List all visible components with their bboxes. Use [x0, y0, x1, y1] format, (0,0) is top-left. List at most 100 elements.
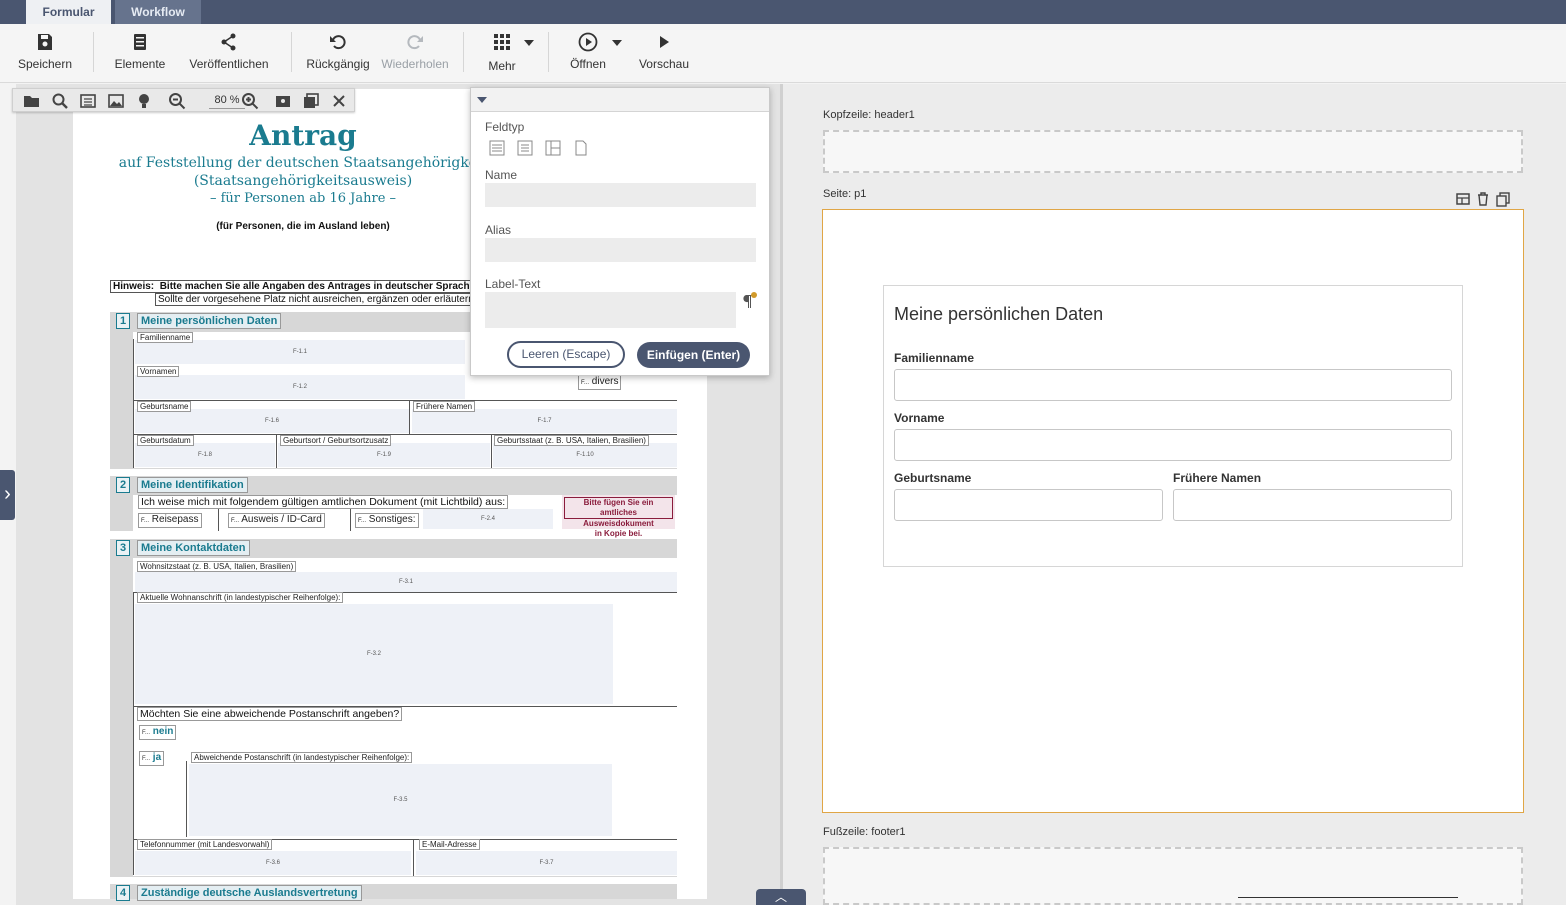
preview-button[interactable]: Vorschau — [636, 24, 692, 83]
familienname-input[interactable] — [894, 369, 1452, 401]
chevron-up-icon: ︿ — [774, 890, 787, 904]
field-label: Geburtsname — [137, 401, 192, 412]
checkbox[interactable]: F... — [141, 518, 149, 524]
pdf-field[interactable]: F-1.2 — [135, 375, 465, 399]
geburtsname-input[interactable] — [894, 489, 1163, 521]
copy-icon[interactable] — [302, 92, 320, 110]
checkbox-divers[interactable]: F... divers — [578, 375, 622, 390]
close-icon[interactable] — [330, 92, 348, 110]
scroll-up-button[interactable]: ︿ — [756, 889, 806, 905]
lightbulb-icon[interactable] — [135, 92, 153, 110]
layout-field-icon[interactable] — [545, 140, 561, 156]
zoom-in-icon[interactable] — [241, 92, 259, 110]
pdf-field[interactable]: F-2.4 — [423, 509, 553, 529]
checkbox-sonstiges[interactable]: F... Sonstiges: — [355, 513, 419, 528]
redo-label: Wiederholen — [381, 57, 449, 71]
pdf-toolbar: 80 % — [12, 88, 355, 112]
postal-question: Möchten Sie eine abweichende Postanschri… — [137, 707, 403, 721]
pdf-field[interactable]: F-1.10 — [493, 443, 677, 467]
header-zone[interactable] — [823, 130, 1523, 173]
id-note-line: in Kopie bei. — [594, 529, 643, 538]
save-button[interactable]: Speichern — [14, 24, 76, 83]
zoom-out-icon[interactable] — [168, 92, 186, 110]
checkbox[interactable]: F... — [142, 756, 150, 762]
publish-button[interactable]: Veröffentlichen — [184, 24, 274, 83]
chevron-down-icon[interactable] — [477, 97, 487, 104]
insert-button[interactable]: Einfügen (Enter) — [637, 342, 750, 368]
list-field-icon[interactable] — [517, 140, 533, 156]
clear-button[interactable]: Leeren (Escape) — [507, 341, 625, 368]
pdf-field[interactable]: F-1.6 — [135, 409, 409, 433]
pdf-field[interactable]: F-3.7 — [416, 851, 677, 875]
paragraph-settings-icon[interactable] — [740, 291, 758, 309]
pdf-field[interactable]: F-1.1 — [135, 340, 465, 364]
pane-splitter[interactable] — [780, 84, 783, 905]
list-icon — [134, 34, 146, 50]
field-label: Abweichende Postanschrift (in landestypi… — [191, 752, 413, 763]
list-view-icon[interactable] — [79, 92, 97, 110]
chevron-down-icon[interactable] — [524, 40, 534, 46]
document-icon[interactable] — [573, 140, 589, 156]
pdf-field[interactable]: F-1.9 — [278, 443, 490, 467]
checkbox-ausweis[interactable]: F... Ausweis / ID-Card — [228, 513, 325, 528]
divider — [1238, 897, 1458, 898]
chevron-down-icon[interactable] — [612, 40, 622, 46]
checkbox-reisepass[interactable]: F... Reisepass — [138, 513, 202, 528]
search-icon[interactable] — [51, 92, 69, 110]
tab-formular[interactable]: Formular — [26, 0, 111, 24]
toolbar-divider — [93, 32, 94, 72]
pdf-field[interactable]: F-1.8 — [135, 443, 275, 467]
checkbox[interactable]: F... — [142, 730, 150, 736]
fruehere-namen-input[interactable] — [1173, 489, 1452, 521]
hint-label-text: Hinweis: — [113, 281, 155, 292]
hint-text: Sollte der vorgesehene Platz nicht ausre… — [155, 293, 475, 306]
redo-button[interactable]: Wiederholen — [380, 24, 450, 83]
play-circle-icon — [578, 32, 598, 52]
share-icon — [221, 33, 236, 51]
document-question: Ich weise mich mit folgendem gültigen am… — [138, 495, 509, 509]
id-note-line: Ausweisdokument — [583, 519, 654, 528]
checkbox[interactable]: F... — [581, 380, 589, 386]
undo-button[interactable]: Rückgängig — [304, 24, 372, 83]
option-label: divers — [591, 376, 619, 387]
field-label: Vornamen — [137, 366, 180, 377]
checkbox-nein[interactable]: F... nein — [139, 725, 177, 740]
zoom-level[interactable]: 80 % — [209, 92, 245, 109]
pdf-field[interactable]: F-3.1 — [135, 572, 677, 592]
field-label: Aktuelle Wohnanschrift (in landestypisch… — [137, 592, 344, 603]
divider — [409, 401, 410, 434]
toolbar-divider — [463, 32, 464, 72]
trash-icon[interactable] — [1475, 191, 1491, 207]
pdf-field[interactable]: F-1.7 — [412, 409, 677, 433]
expand-sidebar-button[interactable]: › — [0, 470, 15, 520]
elements-button[interactable]: Elemente — [110, 24, 170, 83]
id-note: Bitte fügen Sie ein amtliches Ausweisdok… — [562, 495, 675, 538]
pdf-field[interactable]: F-3.5 — [189, 764, 612, 836]
section-number: 1 — [116, 313, 130, 329]
main-toolbar: Speichern Elemente Veröffentlichen Rückg… — [0, 24, 1566, 83]
image-icon[interactable] — [107, 92, 125, 110]
text-field-icon[interactable] — [489, 140, 505, 156]
checkbox[interactable]: F... — [358, 518, 366, 524]
checkbox-ja[interactable]: F... ja — [139, 751, 165, 766]
duplicate-icon[interactable] — [1495, 191, 1511, 207]
id-card-icon[interactable] — [274, 92, 292, 110]
folder-open-icon[interactable] — [23, 92, 41, 110]
checkbox[interactable]: F... — [231, 518, 239, 524]
open-button[interactable]: Öffnen — [566, 24, 610, 83]
save-icon — [38, 34, 52, 50]
label-text-input[interactable] — [485, 292, 736, 328]
field-label: Geburtsdatum — [137, 435, 194, 446]
pdf-field[interactable]: F-3.2 — [135, 604, 613, 704]
name-input[interactable] — [485, 183, 756, 207]
alias-input[interactable] — [485, 238, 756, 262]
tab-workflow[interactable]: Workflow — [115, 0, 201, 24]
table-icon[interactable] — [1455, 191, 1471, 207]
section-heading: Meine persönlichen Daten — [894, 304, 1104, 324]
pdf-field[interactable]: F-3.6 — [135, 851, 411, 875]
vorname-input[interactable] — [894, 429, 1452, 461]
section-title: Zuständige deutsche Auslandsvertretung — [137, 885, 362, 901]
more-button[interactable]: Mehr — [480, 24, 524, 83]
form-section-card[interactable] — [883, 285, 1463, 567]
field-label: Telefonnummer (mit Landesvorwahl) — [137, 839, 273, 850]
